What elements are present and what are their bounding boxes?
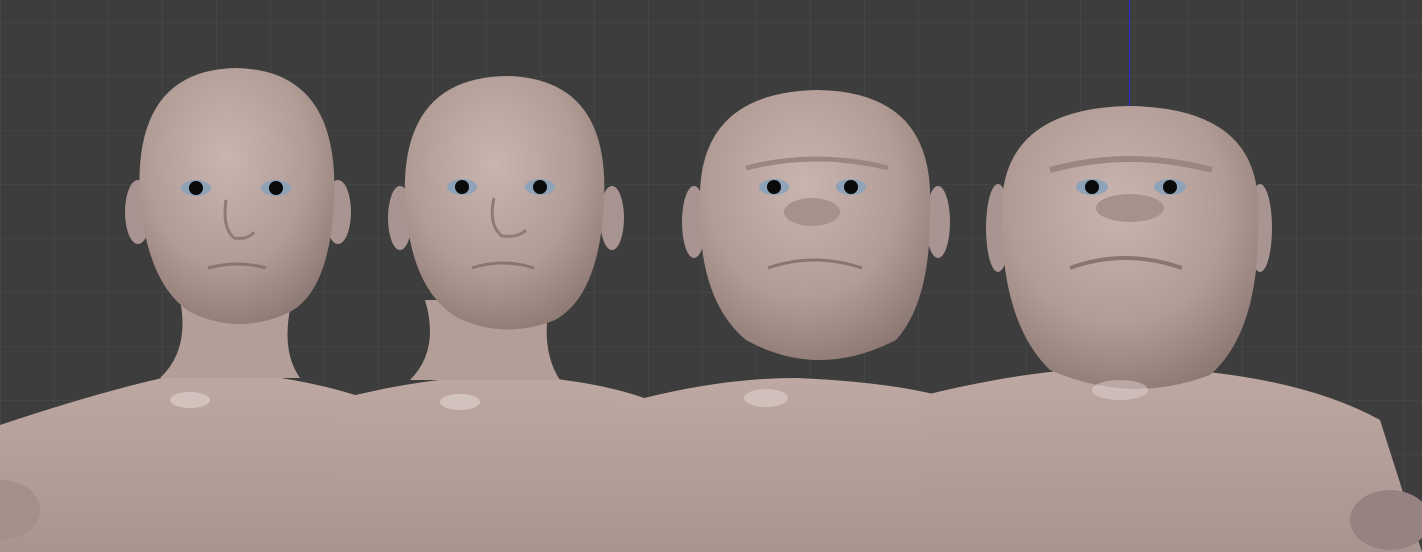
3d-viewport[interactable] [0, 0, 1422, 552]
head-model-4[interactable] [920, 0, 1422, 552]
head-model-3[interactable] [596, 0, 976, 552]
